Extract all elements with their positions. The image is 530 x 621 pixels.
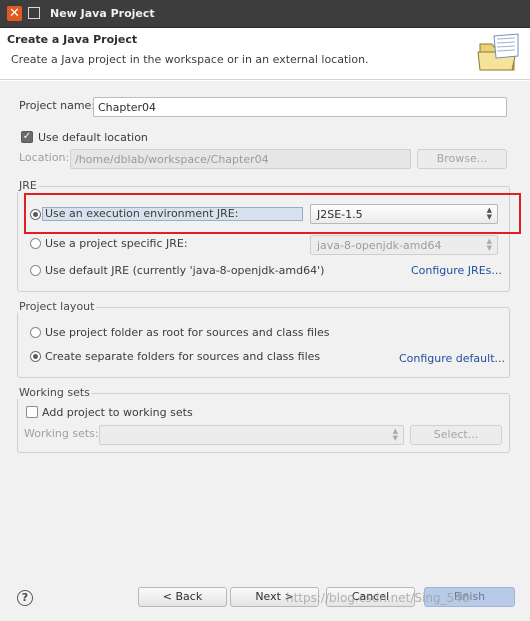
layout-root-label: Use project folder as root for sources a… bbox=[45, 326, 330, 339]
wizard-description: Create a Java project in the workspace o… bbox=[11, 53, 369, 66]
restore-window-button[interactable] bbox=[28, 7, 40, 19]
jre-default-label: Use default JRE (currently 'java-8-openj… bbox=[45, 264, 325, 277]
close-window-button[interactable]: ✕ bbox=[7, 6, 22, 21]
wizard-header: Create a Java Project Create a Java proj… bbox=[0, 28, 530, 80]
watermark-text: https://blog.csdn.net/Sing_546 bbox=[286, 591, 470, 605]
add-to-working-sets-label: Add project to working sets bbox=[42, 406, 193, 419]
use-default-location-label: Use default location bbox=[38, 131, 148, 144]
help-icon[interactable]: ? bbox=[17, 590, 33, 606]
configure-default-link[interactable]: Configure default... bbox=[399, 352, 505, 365]
layout-separate-label: Create separate folders for sources and … bbox=[45, 350, 321, 363]
jre-default-radio[interactable] bbox=[30, 265, 41, 276]
chevron-updown-icon: ▲ ▼ bbox=[392, 427, 398, 442]
project-layout-group-label: Project layout bbox=[17, 300, 97, 313]
project-name-label: Project name: bbox=[19, 99, 96, 112]
location-label: Location: bbox=[19, 151, 70, 164]
window-title: New Java Project bbox=[50, 7, 155, 20]
chevron-updown-icon: ▲ ▼ bbox=[486, 237, 492, 252]
project-name-input[interactable]: Chapter04 bbox=[93, 97, 507, 117]
layout-separate-radio[interactable] bbox=[30, 351, 41, 362]
working-sets-group-label: Working sets bbox=[17, 386, 92, 399]
title-bar: ✕ New Java Project bbox=[0, 0, 530, 28]
working-sets-select[interactable]: ▲ ▼ bbox=[99, 425, 404, 445]
wizard-title: Create a Java Project bbox=[7, 33, 138, 46]
project-specific-jre-select[interactable]: java-8-openjdk-amd64 ▲ ▼ bbox=[310, 235, 498, 255]
folder-wizard-icon bbox=[477, 33, 519, 71]
select-working-sets-button[interactable]: Select... bbox=[410, 425, 502, 445]
working-sets-label: Working sets: bbox=[24, 427, 99, 440]
configure-jres-link[interactable]: Configure JREs... bbox=[411, 264, 502, 277]
project-specific-jre-value: java-8-openjdk-amd64 bbox=[317, 239, 442, 252]
add-to-working-sets-checkbox[interactable] bbox=[26, 406, 38, 418]
project-layout-group bbox=[17, 307, 510, 378]
annotation-highlight-box bbox=[24, 193, 521, 234]
jre-project-specific-label: Use a project specific JRE: bbox=[45, 237, 188, 250]
jre-group-label: JRE bbox=[17, 179, 39, 192]
use-default-location-checkbox[interactable]: ✓ bbox=[21, 131, 33, 143]
browse-button[interactable]: Browse... bbox=[417, 149, 507, 169]
layout-root-radio[interactable] bbox=[30, 327, 41, 338]
location-input[interactable]: /home/dblab/workspace/Chapter04 bbox=[70, 149, 411, 169]
back-button[interactable]: < Back bbox=[138, 587, 227, 607]
jre-project-specific-radio[interactable] bbox=[30, 238, 41, 249]
